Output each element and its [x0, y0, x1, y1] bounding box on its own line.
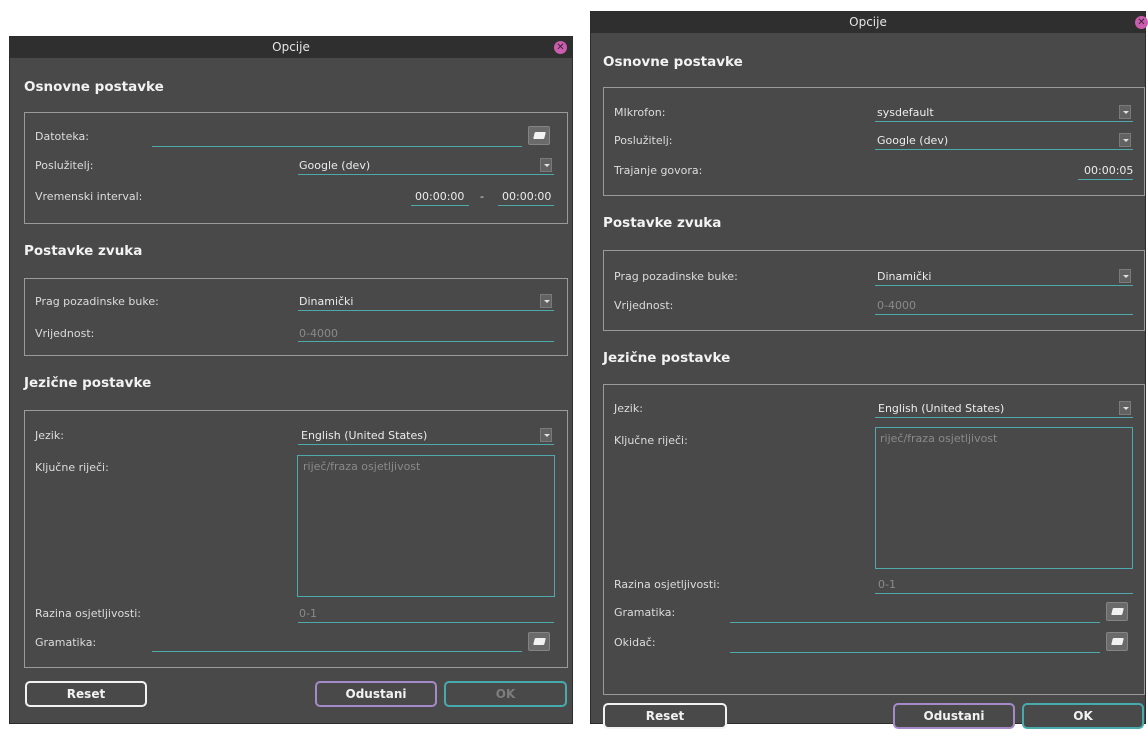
value-underline	[875, 314, 1133, 315]
interval-end-underline	[498, 205, 554, 206]
chevron-down-icon[interactable]	[540, 294, 552, 308]
keywords-label: Ključne riječi:	[614, 434, 688, 447]
folder-open-icon[interactable]	[1106, 632, 1128, 651]
noise-threshold-label: Prag pozadinske buke:	[35, 295, 159, 308]
value-input[interactable]: 0-4000	[877, 299, 916, 312]
window-title: Opcije	[272, 40, 310, 54]
ok-button[interactable]: OK	[1022, 703, 1144, 729]
section-heading-basic: Osnovne postavke	[24, 79, 164, 95]
language-select[interactable]: English (United States)	[301, 429, 427, 442]
language-label: Jezik:	[614, 402, 643, 415]
microphone-select[interactable]: sysdefault	[877, 106, 934, 119]
microphone-label: MIkrofon:	[614, 106, 666, 119]
reset-button[interactable]: Reset	[25, 681, 147, 707]
value-label: Vrijednost:	[35, 327, 95, 340]
language-select[interactable]: English (United States)	[878, 402, 1004, 415]
section-heading-language: Jezične postavke	[603, 350, 731, 366]
server-select[interactable]: Google (dev)	[299, 159, 370, 172]
interval-end-input[interactable]: 00:00:00	[502, 190, 551, 203]
sensitivity-label: Razina osjetljivosti:	[614, 578, 720, 591]
chevron-down-icon[interactable]	[1119, 269, 1131, 283]
section-heading-language: Jezične postavke	[24, 375, 152, 391]
sensitivity-input[interactable]: 0-1	[299, 607, 317, 620]
keywords-placeholder: riječ/fraza osjetljivost	[880, 432, 998, 445]
options-dialog-right: Opcije ✕ Osnovne postavke MIkrofon: sysd…	[590, 11, 1148, 729]
folder-open-icon[interactable]	[528, 126, 550, 145]
language-label: Jezik:	[35, 429, 64, 442]
cancel-button[interactable]: Odustani	[893, 703, 1015, 729]
chevron-down-icon[interactable]	[1119, 401, 1131, 415]
grammar-input[interactable]	[730, 622, 1100, 623]
value-input[interactable]: 0-4000	[299, 327, 338, 340]
value-underline	[298, 341, 554, 342]
section-heading-sound: Postavke zvuka	[603, 215, 722, 231]
noise-threshold-underline	[875, 285, 1133, 286]
keywords-textarea[interactable]: riječ/fraza osjetljivost	[875, 427, 1133, 569]
speech-duration-label: Trajanje govora:	[614, 164, 703, 177]
language-underline	[298, 444, 554, 445]
server-label: Poslužitelj:	[614, 134, 673, 147]
file-input[interactable]	[152, 146, 522, 147]
server-label: Poslužitelj:	[35, 159, 94, 172]
sensitivity-underline	[298, 622, 554, 623]
value-label: Vrijednost:	[614, 299, 674, 312]
title-bar[interactable]: Opcije ✕	[591, 12, 1148, 33]
grammar-label: Gramatika:	[35, 636, 97, 649]
chevron-down-icon[interactable]	[540, 158, 552, 172]
sensitivity-input[interactable]: 0-1	[878, 578, 896, 591]
keywords-placeholder: riječ/fraza osjetljivost	[303, 460, 421, 473]
ok-button[interactable]: OK	[444, 681, 567, 707]
group-basic	[24, 112, 568, 224]
speech-duration-input[interactable]: 00:00:05	[1084, 164, 1133, 177]
language-underline	[875, 417, 1133, 418]
group-basic	[603, 87, 1145, 196]
chevron-down-icon[interactable]	[1119, 105, 1131, 119]
interval-start-input[interactable]: 00:00:00	[415, 190, 464, 203]
chevron-down-icon[interactable]	[1119, 133, 1131, 147]
sensitivity-label: Razina osjetljivosti:	[35, 607, 141, 620]
file-label: Datoteka:	[35, 130, 89, 143]
close-icon[interactable]: ✕	[1135, 16, 1148, 29]
interval-start-underline	[411, 205, 469, 206]
keywords-label: Ključne riječi:	[35, 461, 109, 474]
trigger-label: Okidač:	[614, 636, 656, 649]
noise-threshold-select[interactable]: Dinamički	[877, 270, 931, 283]
trigger-input[interactable]	[730, 652, 1100, 653]
section-heading-sound: Postavke zvuka	[24, 243, 143, 259]
close-icon[interactable]: ✕	[554, 41, 567, 54]
options-dialog-left: Opcije ✕ Osnovne postavke Datoteka: Posl…	[9, 36, 573, 724]
sensitivity-underline	[875, 593, 1133, 594]
title-bar[interactable]: Opcije ✕	[10, 37, 572, 58]
group-sound	[24, 278, 568, 356]
noise-threshold-underline	[298, 310, 554, 311]
noise-threshold-label: Prag pozadinske buke:	[614, 270, 738, 283]
grammar-input[interactable]	[152, 651, 522, 652]
folder-open-icon[interactable]	[1106, 602, 1128, 621]
grammar-label: Gramatika:	[614, 606, 676, 619]
window-title: Opcije	[849, 15, 887, 29]
server-underline	[298, 174, 554, 175]
noise-threshold-select[interactable]: Dinamički	[299, 295, 353, 308]
interval-label: Vremenski interval:	[35, 190, 143, 203]
server-select[interactable]: Google (dev)	[877, 134, 948, 147]
microphone-underline	[875, 121, 1133, 122]
speech-duration-underline	[1078, 179, 1133, 180]
keywords-textarea[interactable]: riječ/fraza osjetljivost	[297, 455, 555, 597]
group-sound	[603, 250, 1145, 331]
reset-button[interactable]: Reset	[603, 703, 727, 729]
section-heading-basic: Osnovne postavke	[603, 54, 743, 70]
chevron-down-icon[interactable]	[540, 428, 552, 442]
server-underline	[875, 149, 1133, 150]
folder-open-icon[interactable]	[528, 632, 550, 651]
cancel-button[interactable]: Odustani	[315, 681, 437, 707]
interval-separator: -	[480, 190, 484, 203]
